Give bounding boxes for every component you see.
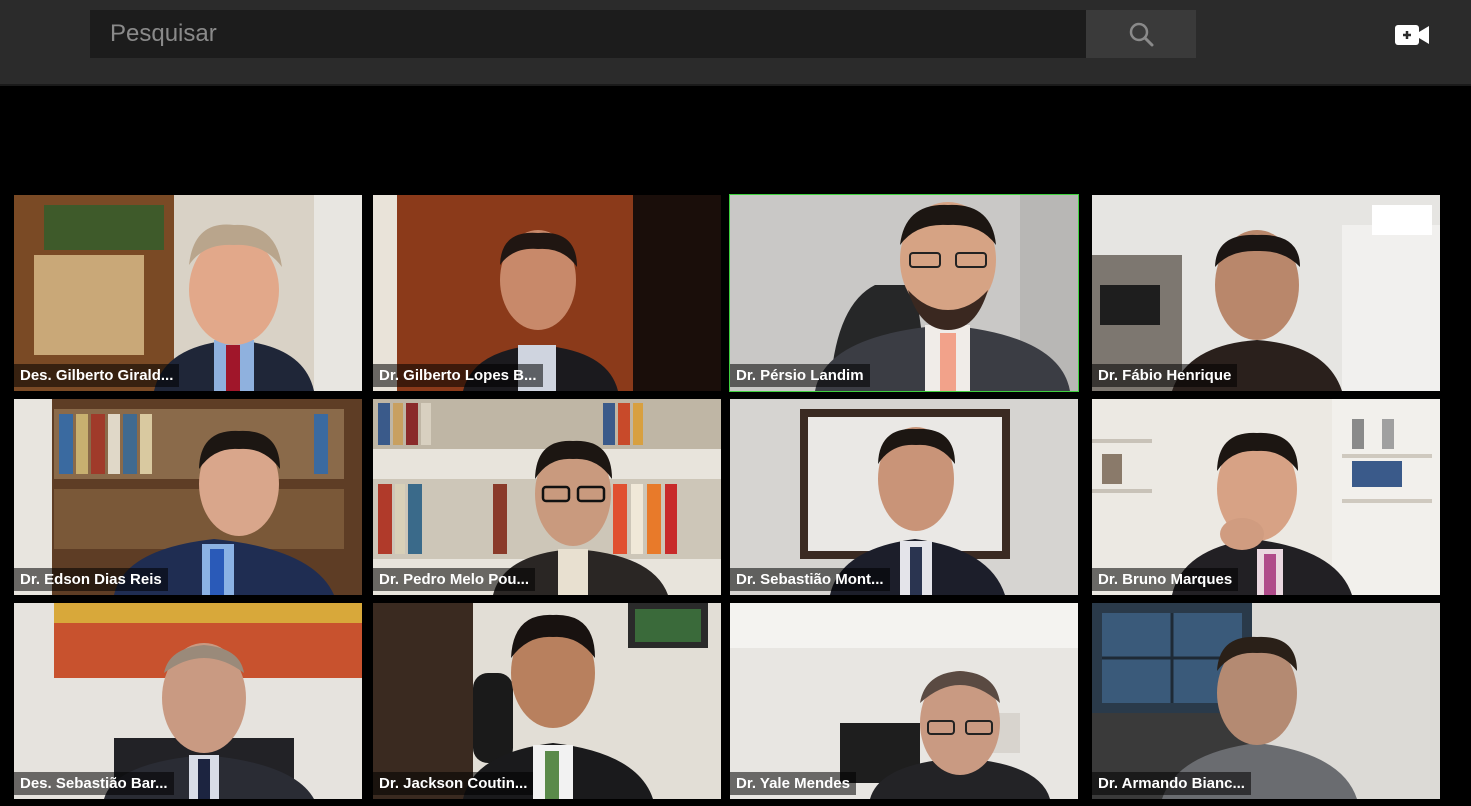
participant-tile-1[interactable]: Des. Gilberto Girald...: [14, 195, 362, 391]
video-camera-icon: [1395, 25, 1429, 45]
search-icon: [1129, 22, 1154, 47]
participant-tile-5[interactable]: Dr. Edson Dias Reis: [14, 399, 362, 595]
participant-name: Dr. Jackson Coutin...: [373, 772, 534, 795]
participant-name: Dr. Fábio Henrique: [1092, 364, 1238, 387]
participant-name: Des. Gilberto Girald...: [14, 364, 180, 387]
participant-name: Dr. Sebastião Mont...: [730, 568, 890, 591]
video-feed: [730, 603, 1078, 799]
participant-tile-9[interactable]: Des. Sebastião Bar...: [14, 603, 362, 799]
top-toolbar: [0, 0, 1471, 86]
video-feed: [1092, 195, 1440, 391]
participant-tile-4[interactable]: Dr. Fábio Henrique: [1092, 195, 1440, 391]
participant-tile-8[interactable]: Dr. Bruno Marques: [1092, 399, 1440, 595]
participant-name: Dr. Pedro Melo Pou...: [373, 568, 536, 591]
participant-name: Dr. Edson Dias Reis: [14, 568, 168, 591]
video-feed: [730, 195, 1078, 391]
participant-tile-12[interactable]: Dr. Armando Bianc...: [1092, 603, 1440, 799]
video-feed: [730, 399, 1078, 595]
participant-tile-11[interactable]: Dr. Yale Mendes: [730, 603, 1078, 799]
video-camera-button[interactable]: [1394, 22, 1430, 48]
participant-name: Dr. Gilberto Lopes B...: [373, 364, 543, 387]
search-input[interactable]: [90, 19, 1086, 49]
participant-tile-2[interactable]: Dr. Gilberto Lopes B...: [373, 195, 721, 391]
video-feed: [14, 399, 362, 595]
participant-name: Dr. Armando Bianc...: [1092, 772, 1251, 795]
participant-tile-3-active-speaker[interactable]: Dr. Pérsio Landim: [729, 194, 1079, 392]
video-feed: [373, 195, 721, 391]
video-feed: [14, 195, 362, 391]
video-feed: [1092, 399, 1440, 595]
video-feed: [373, 603, 721, 799]
participant-tile-7[interactable]: Dr. Sebastião Mont...: [730, 399, 1078, 595]
participant-grid: Des. Gilberto Girald... Dr. Gilberto Lop…: [14, 194, 1440, 801]
video-feed: [373, 399, 721, 595]
video-feed: [1092, 603, 1440, 799]
participant-name: Dr. Yale Mendes: [730, 772, 856, 795]
search-box[interactable]: [90, 10, 1086, 58]
participant-name: Dr. Pérsio Landim: [730, 364, 870, 387]
participant-name: Des. Sebastião Bar...: [14, 772, 174, 795]
participant-name: Dr. Bruno Marques: [1092, 568, 1239, 591]
video-feed: [14, 603, 362, 799]
search-button[interactable]: [1086, 10, 1196, 58]
participant-tile-10[interactable]: Dr. Jackson Coutin...: [373, 603, 721, 799]
participant-tile-6[interactable]: Dr. Pedro Melo Pou...: [373, 399, 721, 595]
